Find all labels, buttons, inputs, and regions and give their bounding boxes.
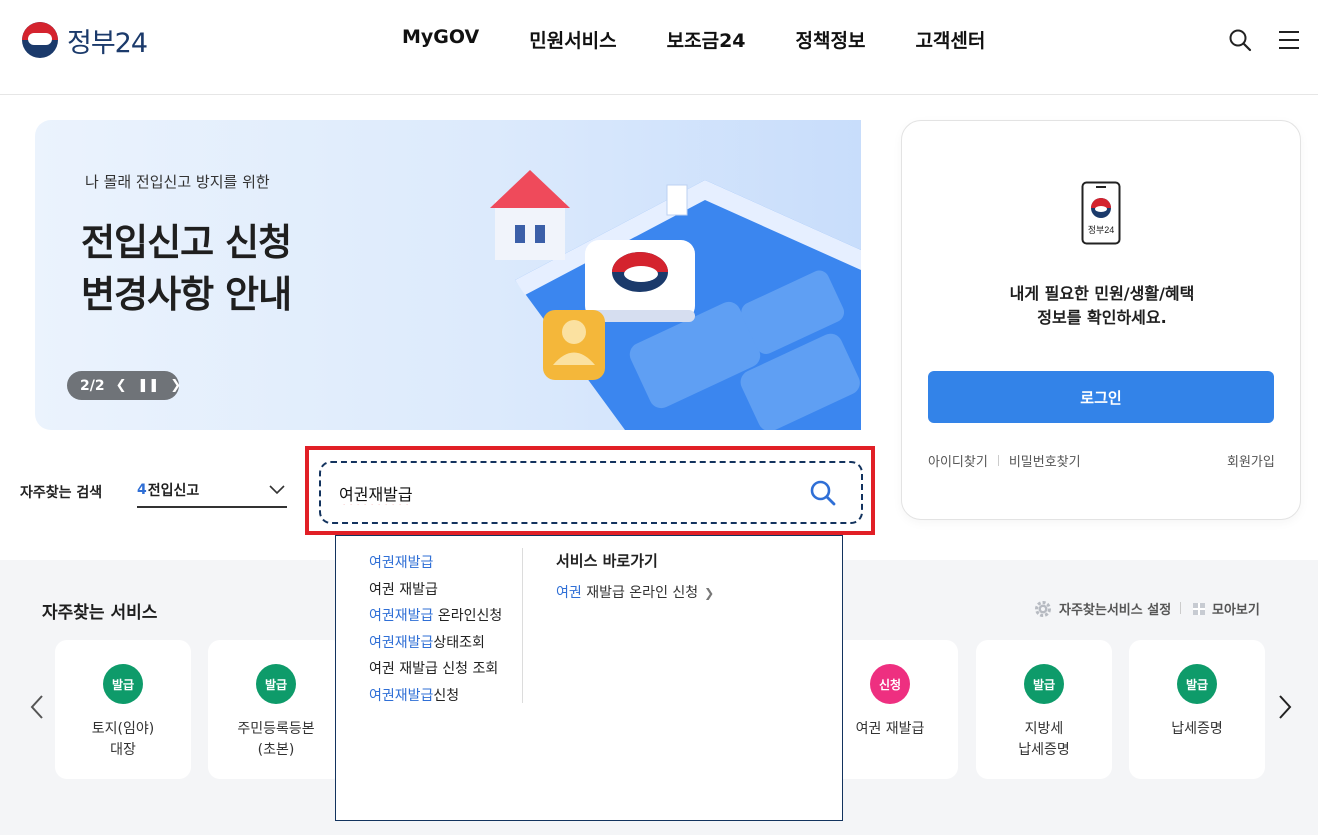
menu-icon[interactable] bbox=[1277, 28, 1301, 52]
service-shortcut-title: 서비스 바로가기 bbox=[556, 552, 658, 570]
service-label: 주민등록등본 (초본) bbox=[237, 721, 315, 758]
login-message: 내게 필요한 민원/생활/혜택 정보를 확인하세요. bbox=[902, 282, 1302, 330]
prev-icon[interactable]: ❮ bbox=[116, 378, 127, 393]
chevron-down-icon bbox=[269, 485, 285, 495]
main-nav: MyGOV 민원서비스 보조금24 정책정보 고객센터 bbox=[402, 26, 1035, 53]
service-badge: 발급 bbox=[1024, 664, 1064, 704]
suggestion-item[interactable]: 여권재발급 bbox=[369, 550, 502, 577]
service-label: 지방세 납세증명 bbox=[1018, 721, 1070, 758]
pause-icon[interactable]: ❚❚ bbox=[138, 378, 160, 393]
logo-text: 정부24 bbox=[67, 27, 148, 59]
banner-title-line2: 변경사항 안내 bbox=[81, 273, 292, 316]
gather-view-button[interactable]: 모아보기 bbox=[1193, 599, 1260, 618]
nav-mygov[interactable]: MyGOV bbox=[402, 26, 479, 53]
phone-house-illustration bbox=[490, 170, 861, 430]
grid-icon bbox=[1193, 602, 1205, 615]
suggestion-item[interactable]: 여권 재발급 bbox=[369, 577, 502, 604]
service-card[interactable]: 발급 지방세 납세증명 bbox=[976, 640, 1112, 779]
carousel-prev-icon[interactable] bbox=[30, 694, 44, 720]
service-shortcut-link[interactable]: 여권 재발급 온라인 신청 ❯ bbox=[556, 582, 714, 602]
service-card[interactable]: 발급 토지(임야) 대장 bbox=[55, 640, 191, 779]
favorite-search-select[interactable]: 4 전입신고 bbox=[137, 474, 287, 508]
setting-label: 자주찾는서비스 설정 bbox=[1059, 603, 1172, 618]
login-card: 정부24 내게 필요한 민원/생활/혜택 정보를 확인하세요. 로그인 아이디찾… bbox=[901, 120, 1301, 520]
header: 정부24 MyGOV 민원서비스 보조금24 정책정보 고객센터 bbox=[0, 0, 1318, 95]
search-icon[interactable] bbox=[1228, 28, 1252, 52]
favorite-search-label: 자주찾는 검색 bbox=[20, 485, 103, 501]
favorite-term: 전입신고 bbox=[147, 483, 200, 499]
search-highlight-box bbox=[305, 446, 875, 535]
service-card[interactable]: 발급 주민등록등본 (초본) bbox=[208, 640, 344, 779]
service-badge: 발급 bbox=[103, 664, 143, 704]
favorite-rank: 4 bbox=[137, 482, 147, 498]
suggestion-item[interactable]: 여권재발급 온라인신청 bbox=[369, 603, 502, 630]
suggestion-item[interactable]: 여권 재발급 신청 조회 bbox=[369, 656, 502, 683]
next-icon[interactable]: ❯ bbox=[170, 378, 181, 393]
chevron-right-icon: ❯ bbox=[704, 586, 715, 600]
frequent-services-title: 자주찾는 서비스 bbox=[42, 603, 158, 623]
login-links: 아이디찾기 비밀번호찾기 bbox=[928, 451, 1081, 470]
banner-page-indicator: 2/2 bbox=[80, 377, 105, 394]
find-password-link[interactable]: 비밀번호찾기 bbox=[1009, 451, 1081, 470]
suggestion-item[interactable]: 여권재발급신청 bbox=[369, 683, 502, 710]
section-divider bbox=[1180, 602, 1181, 614]
nav-subsidy24[interactable]: 보조금24 bbox=[667, 26, 746, 53]
main-banner[interactable]: 나 몰래 전입신고 방지를 위한 전입신고 신청 변경사항 안내 2/2 ❮ ❚… bbox=[35, 120, 861, 430]
search-box bbox=[319, 461, 863, 524]
gather-label: 모아보기 bbox=[1212, 603, 1260, 618]
nav-customer-center[interactable]: 고객센터 bbox=[915, 26, 985, 53]
service-card[interactable]: 발급 납세증명 bbox=[1129, 640, 1265, 779]
suggestion-list: 여권재발급 여권 재발급 여권재발급 온라인신청 여권재발급상태조회 여권 재발… bbox=[369, 550, 502, 709]
join-link[interactable]: 회원가입 bbox=[1227, 451, 1275, 470]
search-button-icon[interactable] bbox=[808, 478, 838, 508]
phone-app-icon: 정부24 bbox=[1081, 181, 1121, 245]
service-label: 토지(임야) 대장 bbox=[91, 721, 155, 758]
login-button[interactable]: 로그인 bbox=[928, 371, 1274, 423]
login-message-line2: 정보를 확인하세요. bbox=[1037, 308, 1167, 327]
banner-title-line1: 전입신고 신청 bbox=[81, 221, 292, 264]
phone-icon-label: 정부24 bbox=[1088, 225, 1115, 235]
service-badge: 발급 bbox=[256, 664, 296, 704]
link-divider bbox=[997, 455, 999, 466]
dropdown-divider bbox=[522, 548, 523, 703]
login-message-line1: 내게 필요한 민원/생활/혜택 bbox=[1009, 284, 1195, 303]
carousel-next-icon[interactable] bbox=[1278, 694, 1292, 720]
nav-policy-info[interactable]: 정책정보 bbox=[796, 26, 866, 53]
search-input[interactable] bbox=[339, 479, 799, 507]
service-badge: 발급 bbox=[1177, 664, 1217, 704]
search-autocomplete-dropdown: 여권재발급 여권 재발급 여권재발급 온라인신청 여권재발급상태조회 여권 재발… bbox=[335, 535, 843, 821]
banner-subtitle: 나 몰래 전입신고 방지를 위한 bbox=[85, 173, 270, 191]
suggestion-item[interactable]: 여권재발급상태조회 bbox=[369, 630, 502, 657]
service-badge: 신청 bbox=[870, 664, 910, 704]
banner-pager: 2/2 ❮ ❚❚ ❯ bbox=[67, 371, 181, 400]
frequent-services-setting[interactable]: 자주찾는서비스 설정 bbox=[1034, 599, 1171, 618]
find-id-link[interactable]: 아이디찾기 bbox=[928, 451, 988, 470]
gear-icon bbox=[1035, 600, 1051, 617]
nav-civil-service[interactable]: 민원서비스 bbox=[529, 26, 616, 53]
service-label: 납세증명 bbox=[1171, 721, 1223, 737]
logo[interactable]: 정부24 bbox=[22, 20, 148, 60]
taegeuk-logo-icon bbox=[22, 22, 58, 58]
